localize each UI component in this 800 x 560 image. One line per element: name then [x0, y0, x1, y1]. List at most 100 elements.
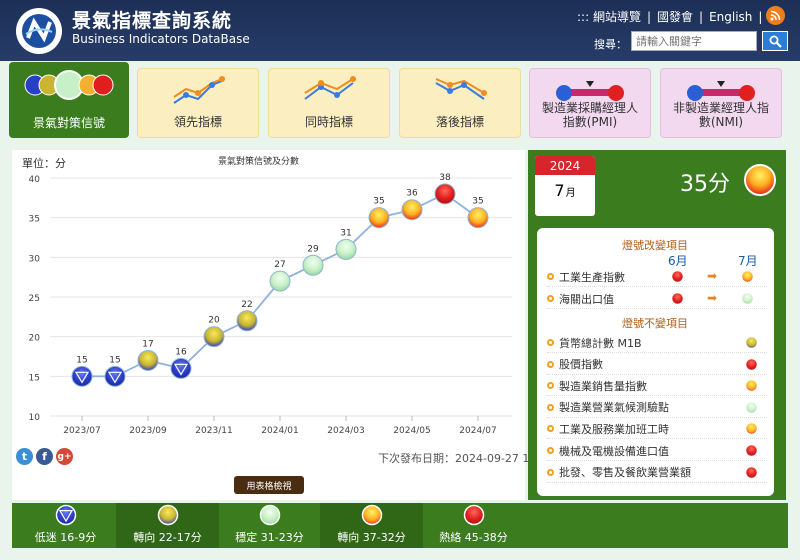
- legend-light: [259, 504, 280, 526]
- calendar-badge: 2024 7月: [535, 156, 595, 216]
- legend-light: [463, 504, 484, 526]
- curr-signal-light: [740, 269, 755, 284]
- x-tick-label: 2023/11: [195, 426, 232, 436]
- sitemap-link[interactable]: ::: 網站導覽: [577, 8, 641, 25]
- data-point[interactable]: [269, 270, 291, 292]
- bullet-icon: [547, 339, 554, 346]
- legend-light: [55, 504, 76, 526]
- data-label: 35: [472, 197, 483, 207]
- signal-lights-icon: [9, 68, 129, 102]
- legend-item: 轉向 22-17分: [116, 503, 219, 548]
- googleplus-icon[interactable]: g+: [56, 448, 73, 465]
- data-point[interactable]: [434, 183, 456, 205]
- prev-signal-light: [670, 291, 685, 306]
- legend-label: 熱絡 45-38分: [439, 531, 508, 544]
- unchanged-item-label: 製造業銷售量指數: [559, 379, 647, 393]
- data-label: 29: [307, 244, 319, 254]
- legend-item: 熱絡 45-38分: [422, 503, 525, 548]
- signal-light: [744, 357, 759, 371]
- unchanged-item[interactable]: 貨幣總計數 M1B: [547, 333, 767, 353]
- y-tick-label: 25: [29, 294, 40, 304]
- arrow-right-icon: ➡: [707, 269, 718, 283]
- tab-leading[interactable]: 領先指標: [137, 68, 259, 138]
- data-label: 38: [439, 173, 451, 183]
- unchanged-item[interactable]: 工業及服務業加班工時: [547, 419, 767, 440]
- x-tick-label: 2024/01: [261, 426, 298, 436]
- changed-title: 燈號改變項目: [622, 239, 688, 252]
- twitter-icon[interactable]: t: [16, 448, 33, 465]
- unchanged-item-label: 批發、零售及餐飲業營業額: [559, 466, 691, 480]
- signal-score-chart: 10 15 20 25 30 35 40 2023/07 2023/09 2023/11 2024/…: [29, 173, 512, 436]
- tab-pmi[interactable]: 製造業採購經理人指數(PMI): [529, 68, 651, 138]
- unchanged-item[interactable]: 股價指數: [547, 355, 767, 375]
- data-label: 20: [208, 316, 220, 326]
- current-month: 7: [554, 181, 565, 200]
- y-tick-label: 10: [29, 413, 41, 423]
- tab-lagging[interactable]: 落後指標: [399, 68, 521, 138]
- search-input[interactable]: [631, 31, 757, 51]
- unchanged-item-label: 機械及電機設備進口值: [559, 444, 669, 458]
- tab-coincident-label: 同時指標: [304, 115, 353, 129]
- table-view-button[interactable]: 用表格檢視: [234, 476, 304, 494]
- tab-coincident[interactable]: 同時指標: [268, 68, 390, 138]
- unchanged-item-label: 工業及服務業加班工時: [559, 422, 669, 436]
- search-button[interactable]: [762, 31, 788, 51]
- bullet-icon: [547, 425, 554, 433]
- english-link[interactable]: English: [709, 10, 752, 24]
- data-label: 36: [406, 189, 418, 199]
- y-tick-label: 40: [29, 175, 41, 185]
- unchanged-item-label: 股價指數: [559, 358, 603, 372]
- logo[interactable]: [16, 8, 62, 54]
- tab-signal-label: 景氣對策信號: [32, 116, 105, 130]
- data-point[interactable]: [302, 254, 324, 276]
- facebook-icon[interactable]: f: [36, 448, 53, 465]
- x-tick-label: 2024/07: [459, 426, 496, 436]
- x-tick-label: 2023/09: [129, 426, 167, 436]
- data-point[interactable]: [401, 199, 423, 221]
- signal-light: [744, 443, 759, 458]
- data-point[interactable]: [467, 207, 489, 229]
- rss-icon[interactable]: [766, 6, 785, 25]
- bullet-icon: [547, 273, 554, 280]
- unchanged-item[interactable]: 機械及電機設備進口值: [547, 441, 767, 461]
- bullet-icon: [547, 468, 554, 476]
- unchanged-item[interactable]: 製造業銷售量指數: [547, 376, 767, 397]
- site-subtitle: Business Indicators DataBase: [72, 32, 250, 46]
- unchanged-item[interactable]: 製造業營業氣候測驗點: [547, 398, 767, 418]
- data-label: 15: [109, 355, 120, 365]
- signal-light: [744, 335, 759, 350]
- ndc-link[interactable]: 國發會: [657, 8, 693, 25]
- nmi-gauge-icon: [661, 75, 781, 109]
- changed-item[interactable]: 海關出口值: [547, 289, 767, 309]
- data-point[interactable]: [368, 207, 390, 229]
- data-point[interactable]: [236, 310, 258, 332]
- data-label: 27: [274, 260, 285, 270]
- data-point[interactable]: [203, 326, 225, 348]
- pmi-gauge-icon: [530, 75, 650, 109]
- tab-nmi[interactable]: 非製造業經理人指數(NMI): [660, 68, 782, 138]
- tab-leading-label: 領先指標: [173, 115, 222, 129]
- bullet-icon: [547, 360, 554, 368]
- lagging-chart-icon: [400, 75, 520, 109]
- current-year: 2024: [535, 156, 595, 175]
- x-tick-label: 2024/05: [393, 426, 430, 436]
- leading-chart-icon: [138, 75, 258, 109]
- current-signal-light: [744, 164, 776, 196]
- data-label: 17: [142, 339, 153, 349]
- unchanged-item[interactable]: 批發、零售及餐飲業營業額: [547, 463, 767, 483]
- data-point[interactable]: [137, 349, 159, 371]
- legend-label: 穩定 31-23分: [235, 531, 304, 544]
- bullet-icon: [547, 447, 554, 454]
- x-tick-label: 2023/07: [63, 426, 100, 436]
- data-point[interactable]: [335, 238, 357, 260]
- legend-label: 轉向 37-32分: [337, 531, 406, 544]
- signal-light: [744, 465, 759, 479]
- bullet-icon: [547, 382, 554, 390]
- unchanged-item-label: 製造業營業氣候測驗點: [559, 401, 669, 415]
- changed-item[interactable]: 工業生產指數: [547, 267, 767, 287]
- curr-signal-light: [740, 291, 755, 306]
- changed-item-label: 海關出口值: [559, 292, 614, 306]
- y-tick-label: 35: [29, 215, 40, 225]
- tab-signal[interactable]: 景氣對策信號: [9, 62, 129, 138]
- bullet-icon: [547, 403, 554, 411]
